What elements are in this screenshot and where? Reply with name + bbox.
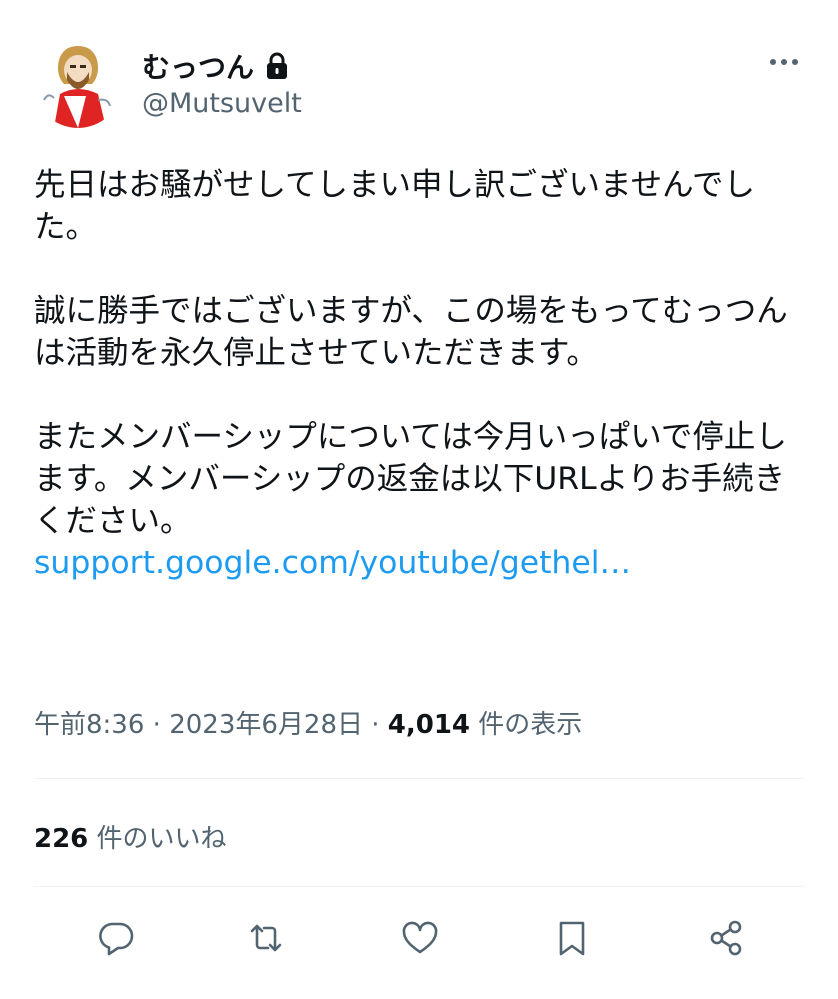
like-button[interactable]: [394, 912, 446, 964]
likes-summary[interactable]: 226 件のいいね: [34, 818, 227, 855]
meta-separator: ·: [371, 710, 380, 740]
tweet-date[interactable]: 2023年6月28日: [169, 710, 363, 740]
share-button[interactable]: [700, 912, 752, 964]
likes-label: 件のいいね: [96, 824, 227, 854]
divider: [34, 886, 804, 887]
name-row: むっつん: [142, 46, 290, 86]
tweet-paragraph: またメンバーシップについては今月いっぱいで停止します。メンバーシップの返金は以下…: [34, 419, 787, 539]
share-icon: [710, 920, 742, 956]
bookmark-icon: [559, 921, 585, 956]
reply-icon: [99, 922, 134, 956]
more-options-button[interactable]: [764, 50, 804, 74]
display-name[interactable]: むっつん: [142, 46, 254, 86]
lock-icon: [267, 52, 288, 79]
avatar[interactable]: [34, 40, 122, 128]
reply-button[interactable]: [90, 912, 142, 964]
action-bar: [34, 912, 804, 964]
user-handle[interactable]: @Mutsuvelt: [142, 88, 302, 119]
views-label: 件の表示: [478, 710, 583, 740]
tweet-paragraph: 誠に勝手ではございますが、この場をもってむっつんは活動を永久停止させていただきま…: [34, 293, 788, 371]
tweet-link[interactable]: support.google.com/youtube/gethel…: [34, 542, 809, 584]
more-dot-icon: [781, 59, 787, 65]
like-icon: [402, 921, 438, 954]
tweet-header: むっつん @Mutsuvelt: [34, 40, 804, 130]
meta-separator: ·: [152, 710, 161, 740]
tweet-body: 先日はお騒がせしてしまい申し訳ございませんでした。 誠に勝手ではございますが、こ…: [34, 164, 809, 584]
divider: [34, 778, 804, 779]
likes-count: 226: [34, 824, 89, 854]
tweet-meta: 午前8:36 · 2023年6月28日 · 4,014 件の表示: [34, 704, 582, 741]
views-count: 4,014: [387, 710, 471, 740]
retweet-icon: [250, 924, 282, 952]
tweet-paragraph: 先日はお騒がせしてしまい申し訳ございませんでした。: [34, 167, 756, 245]
more-dot-icon: [770, 59, 776, 65]
avatar-illustration-icon: [34, 40, 122, 128]
more-dot-icon: [792, 59, 798, 65]
tweet-time[interactable]: 午前8:36: [34, 710, 144, 740]
bookmark-button[interactable]: [546, 912, 598, 964]
retweet-button[interactable]: [240, 912, 292, 964]
